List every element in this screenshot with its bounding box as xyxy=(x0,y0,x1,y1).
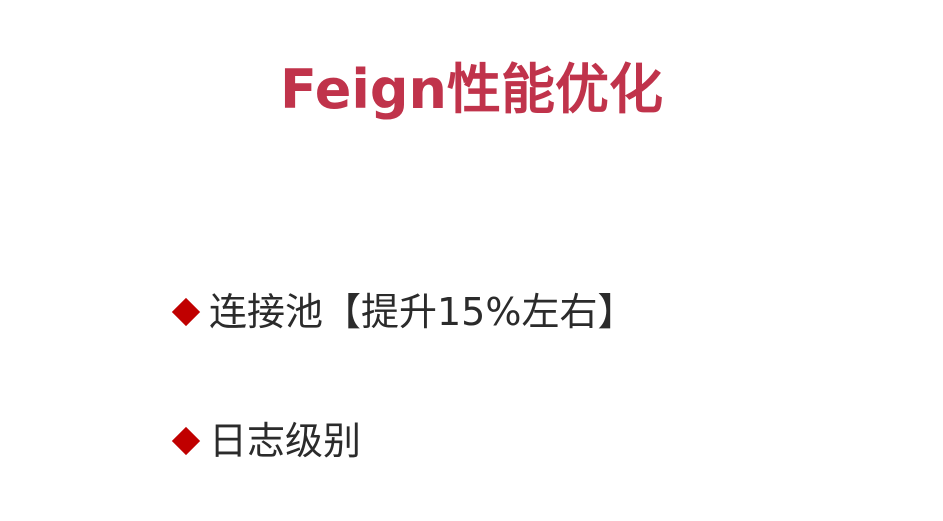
slide-title: Feign性能优化 xyxy=(280,58,663,121)
slide: Feign性能优化 连接池【提升15%左右】 日志级别 xyxy=(0,0,943,521)
list-item: 日志级别 xyxy=(172,413,635,469)
bullet-text-log-level: 日志级别 xyxy=(209,419,362,463)
diamond-bullet-icon xyxy=(172,427,200,455)
diamond-bullet-icon xyxy=(172,298,200,326)
list-item: 连接池【提升15%左右】 xyxy=(172,284,635,340)
bullet-list: 连接池【提升15%左右】 日志级别 xyxy=(172,284,635,469)
bullet-text-connection-pool: 连接池【提升15%左右】 xyxy=(209,290,636,334)
